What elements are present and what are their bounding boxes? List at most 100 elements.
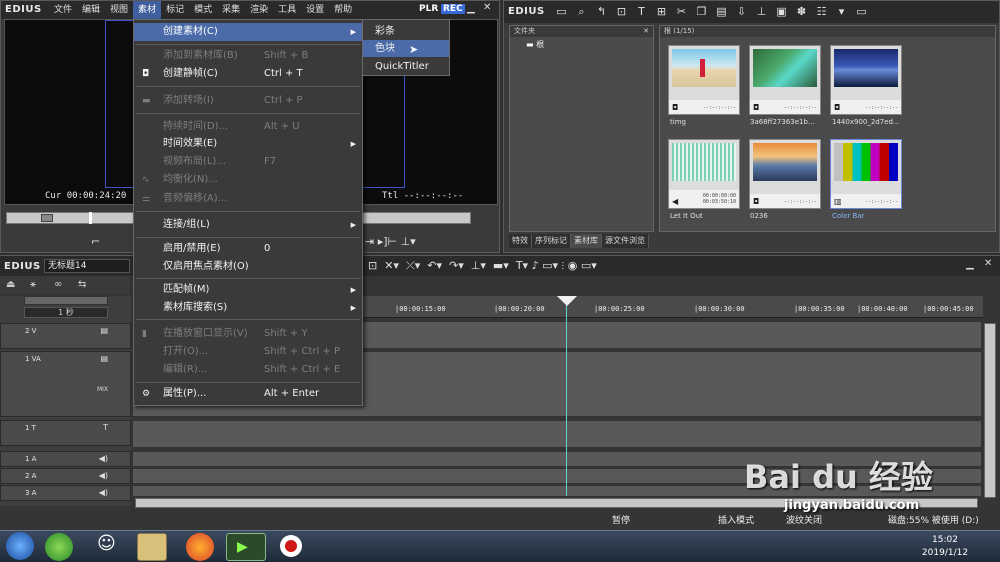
start-button-icon[interactable] [6,532,34,560]
title-track-icon[interactable]: T [103,423,108,432]
zoom-slider[interactable] [24,296,108,305]
sequence-name[interactable]: 无标题14 [44,259,130,273]
menu-item-add-transition[interactable]: ▬ 添加转场(I) Ctrl + P [134,92,362,110]
menu-item-show-in-player[interactable]: ▮ 在播放窗口显示(V) Shift + Y [134,325,362,343]
up-folder-icon[interactable]: ↰ [594,5,609,19]
menu-item-match-frame[interactable]: 匹配帧(M) ▶ [134,281,362,299]
clip-thumbnail[interactable]: ◘ --:--:--:-- [830,45,902,115]
menu-item-normalize[interactable]: ∿ 均衡化(N)... [134,171,362,189]
mic-icon[interactable]: ♪ [532,259,539,272]
folder-icon[interactable]: ▭ [554,5,569,19]
clip-thumbnail[interactable]: ◘ --:--:--:-- [668,45,740,115]
tab-bin[interactable]: 素材库 [571,234,602,248]
menu-item-enable-focused[interactable]: 仅启用焦点素材(O) [134,258,362,276]
speaker-icon[interactable]: ◀) [99,454,108,463]
submenu-item-color-matte[interactable]: 色块 ➤ [363,40,449,57]
minimize-icon[interactable]: ▁ [467,3,475,14]
mixer-icon[interactable]: ⫶ [562,259,565,272]
speaker-icon[interactable]: ◀) [99,488,108,497]
menu-tools[interactable]: 工具 [273,1,301,19]
minimize-icon[interactable]: ▁ [966,259,974,270]
qq-icon[interactable]: ☺ [97,533,125,561]
zoom-scale[interactable]: 1 秒 [24,307,108,318]
delete-icon[interactable]: ⊥ [754,5,769,19]
close-icon[interactable]: ✕ [643,26,649,37]
menu-item-bin-search[interactable]: 素材库搜索(S) ▶ [134,299,362,317]
tree-root[interactable]: ▬ 根 [526,39,544,50]
menu-item-link-group[interactable]: 连接/组(L) ▶ [134,216,362,234]
menu-item-edit[interactable]: 编辑(R)... Shift + Ctrl + E [134,361,362,379]
menu-settings[interactable]: 设置 [301,1,329,19]
submenu-item-color-bars[interactable]: 彩条 [363,23,449,40]
sync-icon[interactable]: ⇆ [78,279,86,290]
explorer-icon[interactable] [137,533,167,561]
render-icon[interactable]: ▭▾ [542,259,558,272]
delete-icon[interactable]: ✕▾ [384,259,399,272]
menu-render[interactable]: 渲染 [245,1,273,19]
clip-thumbnail-selected[interactable]: ▥ --:--:--:-- [830,139,902,209]
menu-marker[interactable]: 标记 [161,1,189,19]
undo-icon[interactable]: ↶▾ [427,259,442,272]
menu-item-audio-offset[interactable]: ⚌ 音频偏移(A)... [134,190,362,208]
link-icon[interactable]: ⚹ [30,279,36,290]
transition-icon[interactable]: ▬▾ [493,259,509,272]
track-tool-icon[interactable]: ⏏ [6,279,15,290]
menu-item-duration[interactable]: 持续时间(D)... Alt + U [134,118,362,136]
tab-source-browser[interactable]: 源文件浏览 [602,234,649,248]
effect-icon[interactable]: ✽ [794,5,809,19]
copy-icon[interactable]: ❐ [694,5,709,19]
clip-thumbnail[interactable]: ◘ --:--:--:-- [749,139,821,209]
tab-effects[interactable]: 特效 [509,234,532,248]
track-header-2a[interactable]: 2 A ◀) [0,468,131,484]
menu-file[interactable]: 文件 [49,1,77,19]
window-icon[interactable]: ▭ [854,5,869,19]
taskbar-clock[interactable]: 15:02 2019/1/12 [915,534,975,560]
view-icon[interactable]: ▭▾ [581,259,597,272]
track-header-2v[interactable]: 2 V ▤ [0,323,131,349]
plr-toggle[interactable]: PLR [419,4,438,14]
ripple-delete-icon[interactable]: ⤫▾ [406,259,420,272]
record-app-icon[interactable] [274,533,308,561]
menu-view[interactable]: 视图 [105,1,133,19]
menu-item-properties[interactable]: ⚙ 属性(P)... Alt + Enter [134,385,362,403]
edius-taskbar-icon[interactable]: ▶ [226,533,266,561]
menu-capture[interactable]: 采集 [217,1,245,19]
monitor-icon[interactable]: ▤ [100,354,108,363]
submenu-item-quicktitler[interactable]: QuickTitler [363,58,449,75]
property-icon[interactable]: ▣ [774,5,789,19]
firefox-icon[interactable] [186,533,214,561]
track-header-1a[interactable]: 1 A ◀) [0,451,131,467]
add-to-timeline-icon[interactable]: ⇩ [734,5,749,19]
paste-icon[interactable]: ▤ [714,5,729,19]
new-folder-icon[interactable]: ⊡ [614,5,629,19]
tab-sequence-markers[interactable]: 序列标记 [532,234,571,248]
track-header-1va[interactable]: 1 VA ▤ MIX [0,351,131,417]
set-in-icon[interactable]: ⌐ [91,235,100,248]
record-icon[interactable]: ◉ [568,259,578,272]
split-icon[interactable]: ⊥▾ [471,259,486,272]
menu-clip[interactable]: 素材 [133,1,162,19]
ripple-icon[interactable]: ⊡ [368,259,377,272]
title-icon[interactable]: T [634,5,649,19]
search-icon[interactable]: ⌕ [574,5,589,19]
monitor-icon[interactable]: ▤ [100,326,108,335]
dropdown-icon[interactable]: ▾ [834,5,849,19]
clip-thumbnail[interactable]: ◘ --:--:--:-- [749,45,821,115]
group-icon[interactable]: ∞ [54,279,62,290]
close-icon[interactable]: ✕ [984,258,992,269]
shuttle-handle[interactable] [41,214,53,222]
menu-item-create-clip[interactable]: 创建素材(C) ▶ [134,23,362,41]
track-lane-1t[interactable] [132,420,982,448]
close-icon[interactable]: ✕ [483,2,491,13]
menu-edit[interactable]: 编辑 [77,1,105,19]
redo-icon[interactable]: ↷▾ [449,259,464,272]
view-icon[interactable]: ☷ [814,5,829,19]
speaker-icon[interactable]: ◀) [99,471,108,480]
time-ruler[interactable]: |00:00:15:00 |00:00:20:00 |00:00:25:00 |… [363,296,983,318]
add-clip-icon[interactable]: ⊞ [654,5,669,19]
app-refresh-icon[interactable] [45,533,73,561]
clip-thumbnail[interactable]: ◀ 00:00:00:00 00:03:50:10 [668,139,740,209]
rec-toggle[interactable]: REC [441,4,465,14]
playback-controls[interactable]: ⇥ ▸]⊢ ⊥▾ [365,235,455,248]
title-icon[interactable]: T▾ [516,259,528,272]
